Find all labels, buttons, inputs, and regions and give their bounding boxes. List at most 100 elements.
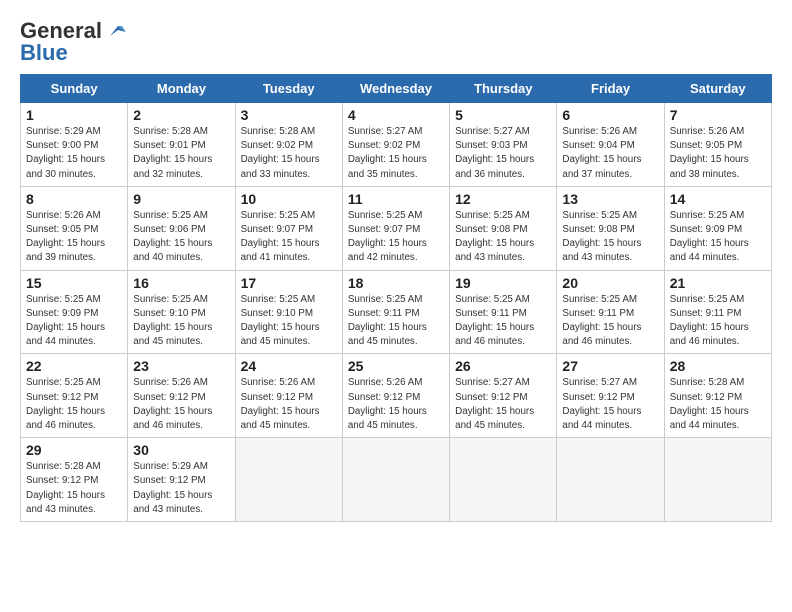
- day-number: 23: [133, 358, 229, 374]
- weekday-header-row: SundayMondayTuesdayWednesdayThursdayFrid…: [21, 75, 772, 103]
- weekday-header-tuesday: Tuesday: [235, 75, 342, 103]
- calendar-table: SundayMondayTuesdayWednesdayThursdayFrid…: [20, 74, 772, 522]
- logo-bird-icon: [104, 22, 126, 40]
- cell-sunrise-sunset-text: Sunrise: 5:25 AM Sunset: 9:11 PM Dayligh…: [348, 293, 444, 350]
- day-number: 28: [670, 358, 766, 374]
- cell-sunrise-sunset-text: Sunrise: 5:25 AM Sunset: 9:09 PM Dayligh…: [670, 209, 766, 266]
- cell-sunrise-sunset-text: Sunrise: 5:29 AM Sunset: 9:12 PM Dayligh…: [133, 460, 229, 517]
- cell-sunrise-sunset-text: Sunrise: 5:26 AM Sunset: 9:05 PM Dayligh…: [670, 125, 766, 182]
- calendar-cell: 22 Sunrise: 5:25 AM Sunset: 9:12 PM Dayli…: [21, 354, 128, 438]
- calendar-cell: 5Sunrise: 5:27 AM Sunset: 9:03 PM Daylig…: [450, 103, 557, 187]
- calendar-cell: [557, 438, 664, 522]
- calendar-cell: 17 Sunrise: 5:25 AM Sunset: 9:10 PM Dayli…: [235, 270, 342, 354]
- cell-sunrise-sunset-text: Sunrise: 5:25 AM Sunset: 9:11 PM Dayligh…: [562, 293, 658, 350]
- day-number: 26: [455, 358, 551, 374]
- day-number: 18: [348, 275, 444, 291]
- calendar-cell: [235, 438, 342, 522]
- cell-sunrise-sunset-text: Sunrise: 5:26 AM Sunset: 9:12 PM Dayligh…: [348, 376, 444, 433]
- calendar-cell: 6 Sunrise: 5:26 AM Sunset: 9:04 PM Daylig…: [557, 103, 664, 187]
- day-number: 22: [26, 358, 122, 374]
- calendar-cell: [664, 438, 771, 522]
- calendar-cell: 29 Sunrise: 5:28 AM Sunset: 9:12 PM Dayli…: [21, 438, 128, 522]
- calendar-cell: 15 Sunrise: 5:25 AM Sunset: 9:09 PM Dayli…: [21, 270, 128, 354]
- calendar-cell: 26Sunrise: 5:27 AM Sunset: 9:12 PM Dayli…: [450, 354, 557, 438]
- page: General Blue SundayMondayTuesdayWednesda…: [0, 0, 792, 540]
- calendar-cell: 14 Sunrise: 5:25 AM Sunset: 9:09 PM Dayli…: [664, 186, 771, 270]
- cell-sunrise-sunset-text: Sunrise: 5:26 AM Sunset: 9:04 PM Dayligh…: [562, 125, 658, 182]
- header: General Blue: [20, 18, 772, 66]
- cell-sunrise-sunset-text: Sunrise: 5:25 AM Sunset: 9:12 PM Dayligh…: [26, 376, 122, 433]
- calendar-week-1: 1 Sunrise: 5:29 AM Sunset: 9:00 PM Daylig…: [21, 103, 772, 187]
- cell-sunrise-sunset-text: Sunrise: 5:27 AM Sunset: 9:02 PM Dayligh…: [348, 125, 444, 182]
- cell-sunrise-sunset-text: Sunrise: 5:25 AM Sunset: 9:08 PM Dayligh…: [562, 209, 658, 266]
- day-number: 19: [455, 275, 551, 291]
- day-number: 27: [562, 358, 658, 374]
- calendar-cell: 7 Sunrise: 5:26 AM Sunset: 9:05 PM Daylig…: [664, 103, 771, 187]
- day-number: 10: [241, 191, 337, 207]
- cell-sunrise-sunset-text: Sunrise: 5:26 AM Sunset: 9:12 PM Dayligh…: [133, 376, 229, 433]
- calendar-cell: 4Sunrise: 5:27 AM Sunset: 9:02 PM Daylig…: [342, 103, 449, 187]
- day-number: 8: [26, 191, 122, 207]
- calendar-cell: 21 Sunrise: 5:25 AM Sunset: 9:11 PM Dayli…: [664, 270, 771, 354]
- weekday-header-monday: Monday: [128, 75, 235, 103]
- day-number: 13: [562, 191, 658, 207]
- day-number: 12: [455, 191, 551, 207]
- cell-sunrise-sunset-text: Sunrise: 5:26 AM Sunset: 9:05 PM Dayligh…: [26, 209, 122, 266]
- calendar-cell: 28 Sunrise: 5:28 AM Sunset: 9:12 PM Dayli…: [664, 354, 771, 438]
- cell-sunrise-sunset-text: Sunrise: 5:28 AM Sunset: 9:02 PM Dayligh…: [241, 125, 337, 182]
- weekday-header-saturday: Saturday: [664, 75, 771, 103]
- calendar-cell: 12 Sunrise: 5:25 AM Sunset: 9:08 PM Dayli…: [450, 186, 557, 270]
- cell-sunrise-sunset-text: Sunrise: 5:25 AM Sunset: 9:09 PM Dayligh…: [26, 293, 122, 350]
- calendar-cell: 13 Sunrise: 5:25 AM Sunset: 9:08 PM Dayli…: [557, 186, 664, 270]
- calendar-cell: 3 Sunrise: 5:28 AM Sunset: 9:02 PM Daylig…: [235, 103, 342, 187]
- calendar-cell: 27 Sunrise: 5:27 AM Sunset: 9:12 PM Dayli…: [557, 354, 664, 438]
- day-number: 25: [348, 358, 444, 374]
- cell-sunrise-sunset-text: Sunrise: 5:27 AM Sunset: 9:12 PM Dayligh…: [562, 376, 658, 433]
- day-number: 3: [241, 107, 337, 123]
- logo: General Blue: [20, 18, 126, 66]
- day-number: 5: [455, 107, 551, 123]
- cell-sunrise-sunset-text: Sunrise: 5:25 AM Sunset: 9:07 PM Dayligh…: [241, 209, 337, 266]
- calendar-cell: [342, 438, 449, 522]
- cell-sunrise-sunset-text: Sunrise: 5:25 AM Sunset: 9:08 PM Dayligh…: [455, 209, 551, 266]
- calendar-week-4: 22 Sunrise: 5:25 AM Sunset: 9:12 PM Dayli…: [21, 354, 772, 438]
- calendar-cell: 10 Sunrise: 5:25 AM Sunset: 9:07 PM Dayli…: [235, 186, 342, 270]
- weekday-header-thursday: Thursday: [450, 75, 557, 103]
- calendar-cell: 1 Sunrise: 5:29 AM Sunset: 9:00 PM Daylig…: [21, 103, 128, 187]
- day-number: 14: [670, 191, 766, 207]
- cell-sunrise-sunset-text: Sunrise: 5:25 AM Sunset: 9:10 PM Dayligh…: [133, 293, 229, 350]
- day-number: 29: [26, 442, 122, 458]
- calendar-cell: 8 Sunrise: 5:26 AM Sunset: 9:05 PM Daylig…: [21, 186, 128, 270]
- day-number: 1: [26, 107, 122, 123]
- day-number: 11: [348, 191, 444, 207]
- cell-sunrise-sunset-text: Sunrise: 5:29 AM Sunset: 9:00 PM Dayligh…: [26, 125, 122, 182]
- cell-sunrise-sunset-text: Sunrise: 5:25 AM Sunset: 9:06 PM Dayligh…: [133, 209, 229, 266]
- day-number: 30: [133, 442, 229, 458]
- calendar-cell: 30 Sunrise: 5:29 AM Sunset: 9:12 PM Dayli…: [128, 438, 235, 522]
- day-number: 15: [26, 275, 122, 291]
- day-number: 7: [670, 107, 766, 123]
- calendar-week-3: 15 Sunrise: 5:25 AM Sunset: 9:09 PM Dayli…: [21, 270, 772, 354]
- calendar-week-5: 29 Sunrise: 5:28 AM Sunset: 9:12 PM Dayli…: [21, 438, 772, 522]
- calendar-cell: 20 Sunrise: 5:25 AM Sunset: 9:11 PM Dayli…: [557, 270, 664, 354]
- calendar-cell: 16Sunrise: 5:25 AM Sunset: 9:10 PM Dayli…: [128, 270, 235, 354]
- weekday-header-friday: Friday: [557, 75, 664, 103]
- weekday-header-sunday: Sunday: [21, 75, 128, 103]
- calendar-cell: 18 Sunrise: 5:25 AM Sunset: 9:11 PM Dayli…: [342, 270, 449, 354]
- calendar-week-2: 8 Sunrise: 5:26 AM Sunset: 9:05 PM Daylig…: [21, 186, 772, 270]
- cell-sunrise-sunset-text: Sunrise: 5:28 AM Sunset: 9:01 PM Dayligh…: [133, 125, 229, 182]
- day-number: 6: [562, 107, 658, 123]
- day-number: 21: [670, 275, 766, 291]
- calendar-cell: 9Sunrise: 5:25 AM Sunset: 9:06 PM Daylig…: [128, 186, 235, 270]
- calendar-cell: 2Sunrise: 5:28 AM Sunset: 9:01 PM Daylig…: [128, 103, 235, 187]
- weekday-header-wednesday: Wednesday: [342, 75, 449, 103]
- cell-sunrise-sunset-text: Sunrise: 5:25 AM Sunset: 9:10 PM Dayligh…: [241, 293, 337, 350]
- day-number: 24: [241, 358, 337, 374]
- cell-sunrise-sunset-text: Sunrise: 5:25 AM Sunset: 9:11 PM Dayligh…: [670, 293, 766, 350]
- cell-sunrise-sunset-text: Sunrise: 5:28 AM Sunset: 9:12 PM Dayligh…: [26, 460, 122, 517]
- day-number: 20: [562, 275, 658, 291]
- logo-blue: Blue: [20, 40, 68, 66]
- day-number: 17: [241, 275, 337, 291]
- cell-sunrise-sunset-text: Sunrise: 5:28 AM Sunset: 9:12 PM Dayligh…: [670, 376, 766, 433]
- calendar-cell: [450, 438, 557, 522]
